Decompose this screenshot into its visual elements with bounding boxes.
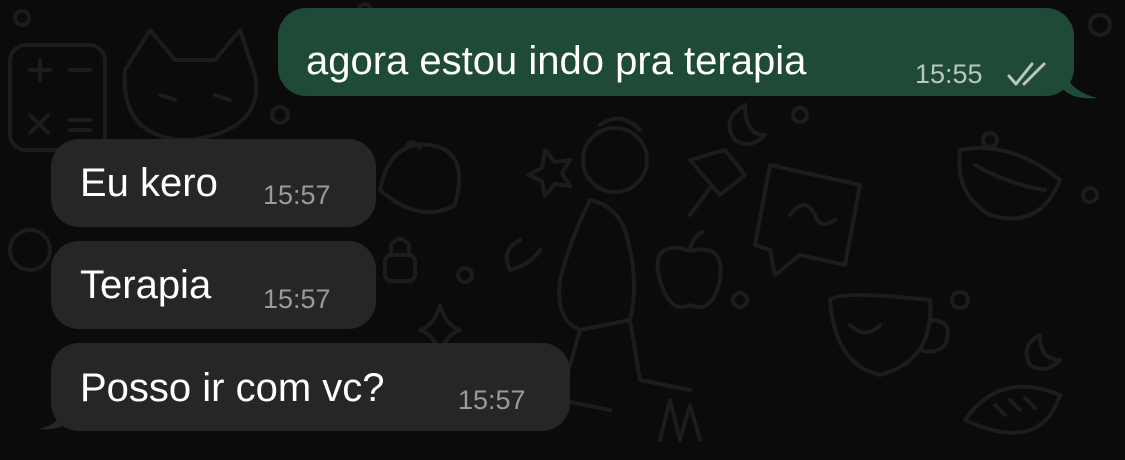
message-text: agora estou indo pra terapia <box>306 39 807 83</box>
outgoing-message-bubble[interactable]: agora estou indo pra terapia 15:55 <box>278 8 1098 99</box>
message-text: Terapia <box>80 263 212 307</box>
bubble-tail <box>1064 70 1098 99</box>
message-timestamp: 15:55 <box>915 59 983 89</box>
message-timestamp: 15:57 <box>263 284 331 314</box>
message-timestamp: 15:57 <box>263 180 331 210</box>
message-text: Eu kero <box>80 161 218 205</box>
message-text: Posso ir com vc? <box>80 366 385 410</box>
double-check-icon <box>1007 62 1046 86</box>
message-timestamp: 15:57 <box>458 385 526 415</box>
incoming-message-bubble[interactable]: Eu kero 15:57 <box>51 139 376 227</box>
incoming-message-bubble[interactable]: Posso ir com vc? 15:57 <box>39 343 570 431</box>
message-list: agora estou indo pra terapia 15:55 Eu ke… <box>0 0 1125 460</box>
bubble-tail <box>39 401 69 430</box>
incoming-message-bubble[interactable]: Terapia 15:57 <box>51 241 376 329</box>
